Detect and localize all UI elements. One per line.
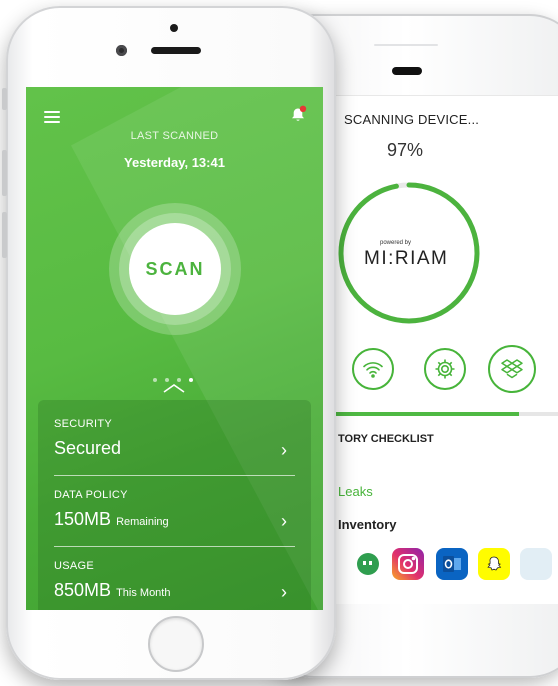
back-phone-sensor [374,44,438,46]
app-icon[interactable] [520,548,552,580]
usage-value: 850MB [54,580,112,600]
hangouts-icon[interactable] [352,548,384,580]
usage-label: USAGE [54,560,95,572]
security-value: Secured [54,438,122,458]
inventory-heading: Inventory [338,517,397,532]
dashboard-screen: LAST SCANNED Yesterday, 13:41 SCAN SECUR… [26,87,323,610]
dropbox-icon [501,359,523,379]
front-camera [116,45,127,56]
data-policy-label: DATA POLICY [54,489,128,501]
status-panel: SECURITY Secured › DATA POLICY 150MB Rem… [38,400,311,610]
scanning-title: SCANNING DEVICE... [344,112,480,127]
last-scanned-label: LAST SCANNED [130,130,219,142]
scan-progress-bar-fill [330,412,520,416]
data-policy-suffix: Remaining [116,516,169,528]
chevron-right-icon: › [281,582,287,602]
page-dot-active[interactable] [189,378,193,382]
proximity-sensor [170,24,178,32]
scanning-percent: 97% [387,140,424,160]
volume-down-button [2,212,7,258]
data-policy-value: 150MB [54,509,112,529]
notification-badge [299,105,307,112]
chevron-up-icon[interactable] [162,383,186,393]
dropbox-scan-button[interactable] [488,345,536,393]
powered-by-label: powered by [380,240,412,246]
usage-suffix: This Month [116,587,171,599]
data-policy-row[interactable]: DATA POLICY 150MB Remaining › [54,489,295,561]
settings-scan-button[interactable] [424,348,466,390]
row-divider [54,475,295,476]
usage-row[interactable]: USAGE 850MB This Month › [54,560,295,610]
scan-progress-bar [330,412,558,416]
outlook-icon[interactable] [436,548,468,580]
instagram-icon[interactable] [392,548,424,580]
chevron-right-icon: › [281,511,287,531]
back-phone-speaker [392,67,422,75]
volume-up-button [2,150,7,196]
wifi-scan-button[interactable] [352,348,394,390]
inventory-checklist-heading: TORY CHECKLIST [338,433,434,445]
last-scanned-time: Yesterday, 13:41 [124,155,225,170]
chevron-right-icon: › [281,440,287,460]
security-label: SECURITY [54,418,113,430]
page-dot[interactable] [165,378,169,382]
page-dot[interactable] [177,378,181,382]
leaks-link[interactable]: Leaks [338,484,373,499]
mute-switch [2,88,7,110]
wifi-icon [363,362,383,378]
scanning-screen: SCANNING DEVICE... 97% powered by MI:RIA… [330,95,558,604]
notification-bell-icon[interactable] [288,105,308,125]
gear-icon [435,359,455,379]
scan-button[interactable]: SCAN [129,223,221,315]
security-row[interactable]: SECURITY Secured › [54,418,295,490]
brand-logo: MI:RIAM [364,248,449,269]
earpiece-speaker [151,47,201,54]
hamburger-menu-icon[interactable] [44,111,60,123]
row-divider [54,546,295,547]
page-dot[interactable] [153,378,157,382]
home-button[interactable] [148,616,204,672]
snapchat-icon[interactable] [478,548,510,580]
